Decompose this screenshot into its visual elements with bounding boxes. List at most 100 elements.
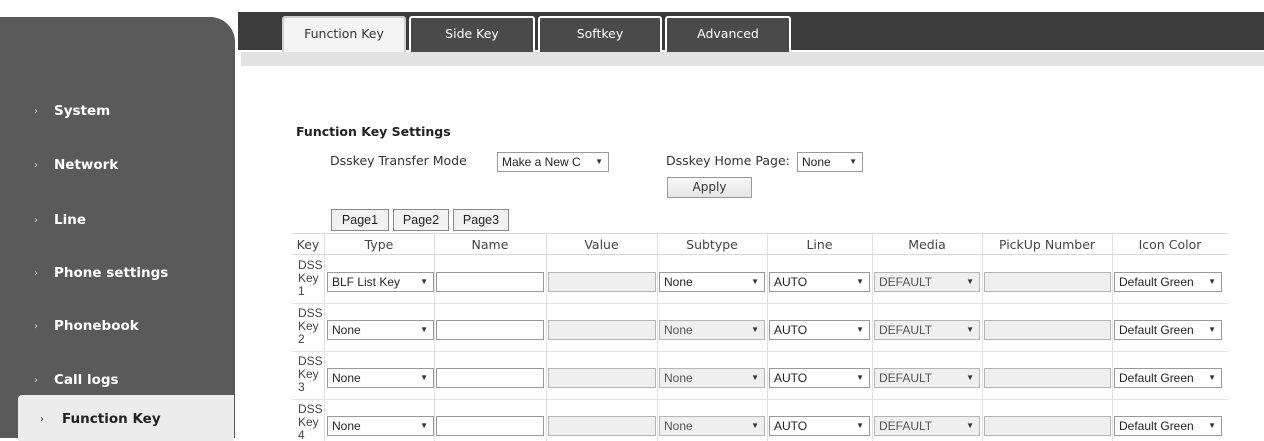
chevron-right-icon: › [34,214,38,226]
type-value: BLF List Key [332,275,401,289]
chevron-right-icon: › [34,267,38,279]
subtype-select[interactable]: None ▼ [659,272,765,292]
column-header-value: Value [584,237,619,252]
name-input[interactable] [436,368,544,388]
sidebar-item-function-key[interactable]: › Function Key [18,395,234,441]
home-page-select[interactable]: None ▼ [797,152,863,172]
chevron-right-icon: › [34,105,38,117]
sidebar-item-label: Network [54,157,119,173]
key-label-line: 1 [298,284,305,298]
line-value: AUTO [774,323,808,337]
line-select[interactable]: AUTO ▼ [769,320,870,340]
value-input [548,368,656,388]
caret-down-icon: ▼ [1208,277,1216,286]
home-page-value: None [802,155,831,169]
value-input [548,272,656,292]
name-input[interactable] [436,272,544,292]
key-label-line: Key [298,367,319,381]
sidebar-item-label: Phonebook [54,318,139,334]
type-select[interactable]: None ▼ [327,368,434,388]
sidebar-item-phonebook[interactable]: › Phonebook [0,298,234,354]
icon-color-value: Default Green [1119,371,1194,385]
page3-button[interactable]: Page3 [453,209,509,231]
sidebar-item-label: Line [54,212,86,228]
type-select[interactable]: BLF List Key ▼ [327,272,434,292]
transfer-mode-value: Make a New C [502,155,581,169]
line-value: AUTO [774,419,808,433]
media-select: DEFAULT ▼ [874,272,980,292]
caret-down-icon: ▼ [420,373,428,382]
pickup-number-input [984,320,1111,340]
sidebar-item-system[interactable]: › System [0,83,234,139]
key-label: DSS Key 3 [298,355,323,394]
column-header-name: Name [471,237,509,252]
icon-color-select[interactable]: Default Green ▼ [1114,272,1222,292]
sub-header-bar [241,52,1264,66]
caret-down-icon: ▼ [849,157,857,166]
caret-down-icon: ▼ [751,373,759,382]
page2-button[interactable]: Page2 [393,209,449,231]
pickup-number-input [984,416,1111,436]
subtype-value: None [664,419,693,433]
caret-down-icon: ▼ [751,421,759,430]
pickup-number-input [984,272,1111,292]
sidebar-item-network[interactable]: › Network [0,137,234,193]
key-label: DSS Key 2 [298,307,323,346]
line-value: AUTO [774,275,808,289]
home-page-label: Dsskey Home Page: [666,153,790,168]
caret-down-icon: ▼ [966,421,974,430]
icon-color-value: Default Green [1119,419,1194,433]
column-header-type: Type [364,237,394,252]
section-title: Function Key Settings [296,124,451,139]
caret-down-icon: ▼ [751,325,759,334]
sidebar-item-line[interactable]: › Line [0,192,234,248]
transfer-mode-select[interactable]: Make a New C ▼ [497,152,609,172]
apply-button[interactable]: Apply [667,177,752,198]
icon-color-select[interactable]: Default Green ▼ [1114,416,1222,436]
pickup-number-input [984,368,1111,388]
media-select: DEFAULT ▼ [874,368,980,388]
caret-down-icon: ▼ [420,325,428,334]
table-row: DSS Key 4 None ▼ None ▼ AUTO ▼ DEFAULT ▼ Defau… [292,400,1228,441]
key-label-line: Key [298,415,319,429]
caret-down-icon: ▼ [966,325,974,334]
media-value: DEFAULT [879,419,933,433]
subtype-select: None ▼ [659,320,765,340]
line-select[interactable]: AUTO ▼ [769,368,870,388]
type-select[interactable]: None ▼ [327,320,434,340]
sidebar-item-label: Function Key [62,411,161,427]
type-value: None [332,323,361,337]
value-input [548,320,656,340]
sidebar-item-phone-settings[interactable]: › Phone settings [0,245,234,301]
table-row: DSS Key 2 None ▼ None ▼ AUTO ▼ DEFAULT ▼ Defau… [292,304,1228,352]
key-label-line: Key [298,271,319,285]
tab-advanced[interactable]: Advanced [665,16,791,52]
line-select[interactable]: AUTO ▼ [769,272,870,292]
subtype-select: None ▼ [659,416,765,436]
column-header-icon-color: Icon Color [1138,237,1202,252]
caret-down-icon: ▼ [420,277,428,286]
type-value: None [332,371,361,385]
tab-side-key[interactable]: Side Key [409,16,535,52]
icon-color-select[interactable]: Default Green ▼ [1114,320,1222,340]
sidebar-panel: › System › Network › Line › Phone settin… [0,17,234,441]
tab-softkey[interactable]: Softkey [538,16,662,52]
media-select: DEFAULT ▼ [874,320,980,340]
chevron-right-icon: › [40,413,44,425]
page1-button[interactable]: Page1 [331,209,389,231]
chevron-right-icon: › [34,159,38,171]
key-label-line: 4 [298,428,305,441]
table-header: Key Type Name Value Subtype Line Media P… [292,233,1228,255]
subtype-value: None [664,371,693,385]
name-input[interactable] [436,320,544,340]
tab-function-key[interactable]: Function Key [282,16,406,54]
media-value: DEFAULT [879,275,933,289]
type-value: None [332,419,361,433]
key-label-line: DSS [298,354,323,368]
icon-color-select[interactable]: Default Green ▼ [1114,368,1222,388]
line-value: AUTO [774,371,808,385]
icon-color-value: Default Green [1119,323,1194,337]
line-select[interactable]: AUTO ▼ [769,416,870,436]
type-select[interactable]: None ▼ [327,416,434,436]
name-input[interactable] [436,416,544,436]
